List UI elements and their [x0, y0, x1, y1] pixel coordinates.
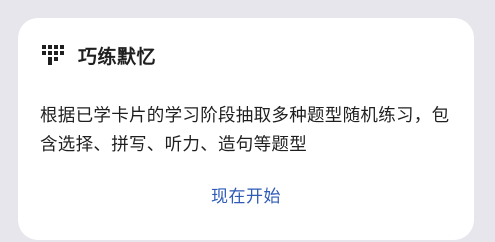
card-title: 巧练默忆 — [78, 45, 157, 68]
flashcard-practice-icon — [42, 45, 64, 65]
card-header: 巧练默忆 — [42, 40, 156, 70]
practice-card: 巧练默忆 根据已学卡片的学习阶段抽取多种题型随机练习，包含选择、拼写、听力、造句… — [18, 18, 474, 240]
start-now-button[interactable]: 现在开始 — [18, 182, 474, 207]
card-description: 根据已学卡片的学习阶段抽取多种题型随机练习，包含选择、拼写、听力、造句等题型 — [40, 106, 450, 155]
